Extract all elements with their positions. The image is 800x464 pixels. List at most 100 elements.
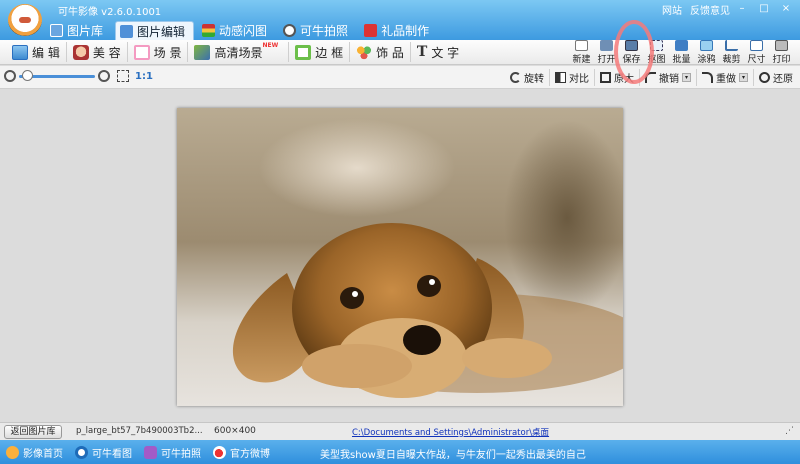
feedback-link[interactable]: 反馈意见 <box>690 2 730 17</box>
zoom-out-icon[interactable] <box>4 70 16 82</box>
zoom-controls: 1:1 <box>4 70 153 82</box>
image-actions: 旋转 对比 原大 撤销 ▾ 重做 ▾ 还原 <box>505 69 798 86</box>
edit-item-label: 文 字 <box>431 45 460 60</box>
actual-ratio-button[interactable]: 1:1 <box>135 71 153 82</box>
scene-icon <box>133 44 150 60</box>
close-button[interactable]: × <box>776 2 796 16</box>
batch-button[interactable]: 批量 <box>669 40 694 65</box>
edit-category-list: 编 辑 美 容 场 景 高清场景 NEW 边 框 饰 品 T 文 字 <box>6 42 465 62</box>
eye-icon <box>75 446 88 459</box>
restore-icon <box>759 72 770 83</box>
resize-grip-icon[interactable]: ⋰ <box>785 426 794 436</box>
dog-photo-illustration <box>232 223 623 398</box>
zoom-slider[interactable] <box>19 70 95 82</box>
tab-label: 图片编辑 <box>137 24 186 39</box>
face-beauty-icon <box>72 44 89 60</box>
edit-picture-icon <box>12 44 28 60</box>
edit-tool-scene[interactable]: 场 景 <box>128 42 189 62</box>
print-button[interactable]: 打印 <box>769 40 794 65</box>
title-bar: 可牛影像 v2.6.0.1001 网站 反馈意见 – □ × 图片库 图片编辑 … <box>0 0 800 40</box>
edit-tool-beauty[interactable]: 美 容 <box>67 42 128 62</box>
back-to-gallery-button[interactable]: 返回图片库 <box>4 425 62 439</box>
compare-button[interactable]: 对比 <box>550 69 595 86</box>
redo-button[interactable]: 重做 ▾ <box>697 69 754 86</box>
tab-image-edit[interactable]: 图片编辑 <box>115 21 195 40</box>
open-folder-icon <box>600 40 613 51</box>
app-logo <box>8 4 42 36</box>
frame-icon <box>295 44 312 60</box>
chevron-down-icon[interactable]: ▾ <box>739 73 748 82</box>
restore-button[interactable]: 还原 <box>754 69 798 86</box>
redo-icon <box>702 72 713 83</box>
text-icon: T <box>416 44 428 60</box>
image-dimensions: 600×400 <box>214 426 256 436</box>
tab-gift[interactable]: 礼品制作 <box>360 21 437 40</box>
new-button[interactable]: 新建 <box>569 40 594 65</box>
tab-label: 动感闪图 <box>219 24 268 38</box>
weibo-icon <box>213 446 226 459</box>
file-name: p_large_bt57_7b490003Tb2... <box>76 426 203 436</box>
bottom-link-weibo[interactable]: 官方微博 <box>213 445 270 460</box>
action-label: 重做 <box>716 74 736 85</box>
film-icon <box>202 24 216 37</box>
zoom-slider-handle[interactable] <box>22 70 33 81</box>
gallery-icon <box>50 24 63 37</box>
tool-label: 涂鸦 <box>697 55 716 65</box>
edit-item-label: 场 景 <box>153 45 182 60</box>
action-label: 旋转 <box>524 74 544 85</box>
fit-window-icon[interactable] <box>117 70 129 82</box>
bottom-link-label: 可牛看图 <box>92 449 132 460</box>
edit-tool-hd-scene[interactable]: 高清场景 NEW <box>188 41 290 62</box>
tab-camera[interactable]: 可牛拍照 <box>279 21 356 40</box>
main-tabs: 图片库 图片编辑 动感闪图 可牛拍照 礼品制作 <box>46 21 437 40</box>
edited-photo[interactable] <box>177 108 623 406</box>
tool-label: 批量 <box>672 55 691 65</box>
website-link[interactable]: 网站 <box>662 2 682 17</box>
minimize-button[interactable]: – <box>732 2 752 16</box>
doodle-button[interactable]: 涂鸦 <box>694 40 719 65</box>
tool-label: 尺寸 <box>747 55 766 65</box>
edit-tool-accessory[interactable]: 饰 品 <box>350 42 411 62</box>
action-label: 还原 <box>773 74 793 85</box>
tab-gallery[interactable]: 图片库 <box>46 21 111 40</box>
bottom-link-home[interactable]: 影像首页 <box>6 445 63 460</box>
edit-item-label: 编 辑 <box>32 45 60 60</box>
chevron-down-icon[interactable]: ▾ <box>682 73 691 82</box>
editor-canvas <box>0 90 800 422</box>
print-icon <box>775 40 788 51</box>
file-path-link[interactable]: C:\Documents and Settings\Administrator\… <box>352 426 549 438</box>
edit-tool-edit[interactable]: 编 辑 <box>6 42 67 62</box>
bottom-bar: 影像首页 可牛看图 可牛拍照 官方微博 美型我show夏日自曝大作战，与牛友们一… <box>0 440 800 464</box>
edit-item-label: 饰 品 <box>376 45 404 60</box>
maximize-button[interactable]: □ <box>754 2 774 16</box>
image-edit-icon <box>120 24 134 38</box>
bottom-link-camera[interactable]: 可牛拍照 <box>144 445 201 460</box>
app-title: 可牛影像 v2.6.0.1001 <box>58 7 162 18</box>
home-icon <box>6 446 19 459</box>
tool-label: 打开 <box>597 55 616 65</box>
zoom-in-icon[interactable] <box>98 70 110 82</box>
resize-icon <box>750 40 763 51</box>
bottom-link-label: 影像首页 <box>23 449 63 460</box>
crop-button[interactable]: 裁剪 <box>719 40 744 65</box>
resize-button[interactable]: 尺寸 <box>744 40 769 65</box>
edit-item-label: 美 容 <box>92 45 121 60</box>
tab-animated[interactable]: 动感闪图 <box>198 21 275 40</box>
edit-tool-text[interactable]: T 文 字 <box>411 42 465 62</box>
promo-text[interactable]: 美型我show夏日自曝大作战，与牛友们一起秀出最美的自己 <box>320 446 586 461</box>
rotate-button[interactable]: 旋转 <box>505 69 550 86</box>
zoom-bar: 1:1 旋转 对比 原大 撤销 ▾ 重做 ▾ 还原 <box>0 66 800 89</box>
bottom-link-label: 可牛拍照 <box>161 449 201 460</box>
edit-tool-frame[interactable]: 边 框 <box>289 42 351 62</box>
edit-toolbar: 编 辑 美 容 场 景 高清场景 NEW 边 框 饰 品 T 文 字 新建 打开… <box>0 40 800 65</box>
tab-label: 图片库 <box>67 24 104 38</box>
bottom-links: 影像首页 可牛看图 可牛拍照 官方微博 <box>6 445 270 460</box>
status-bar: 返回图片库 p_large_bt57_7b490003Tb2... 600×40… <box>0 422 800 440</box>
camera-icon <box>283 24 297 37</box>
tab-label: 礼品制作 <box>381 24 430 38</box>
highlight-ring <box>614 20 654 84</box>
doodle-icon <box>700 40 713 51</box>
new-badge: NEW <box>262 41 279 49</box>
edit-item-label: 边 框 <box>315 45 344 60</box>
bottom-link-viewer[interactable]: 可牛看图 <box>75 445 132 460</box>
